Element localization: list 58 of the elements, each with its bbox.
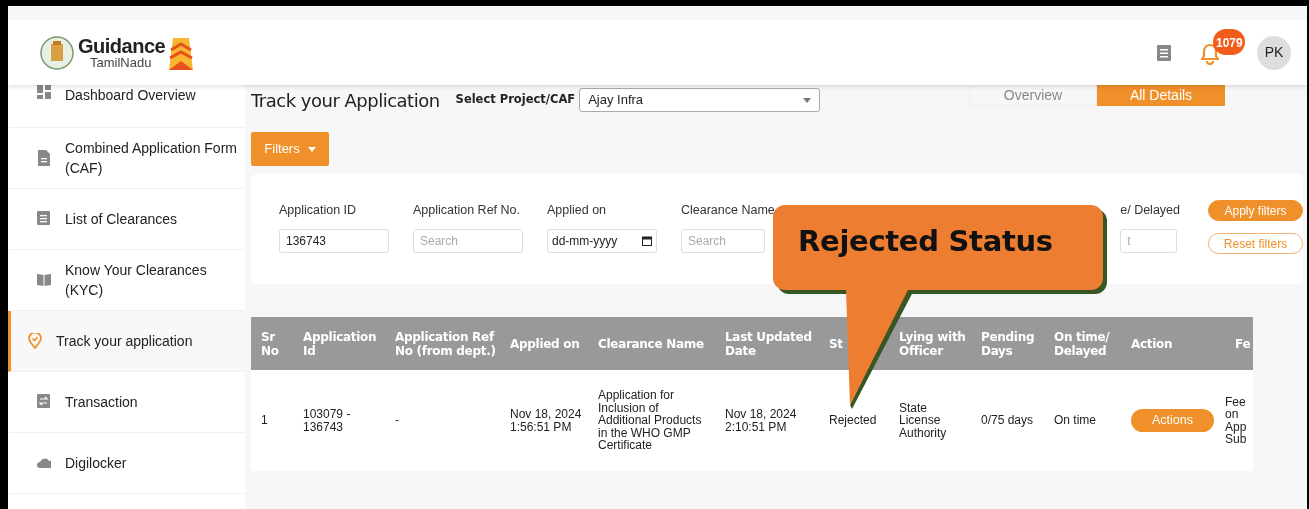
column-header: Applied on	[500, 317, 588, 370]
logo-subtitle: TamilNadu	[90, 56, 153, 69]
notification-count: 1079	[1213, 28, 1245, 55]
logo-title: Guidance	[78, 36, 166, 56]
input-field[interactable]: Search	[413, 228, 523, 253]
dashboard-icon	[37, 85, 51, 101]
column-header: On time/ Delayed	[1044, 317, 1121, 370]
emblem-icon	[40, 35, 74, 70]
table-cell: Application for Inclusion of Additional Products in the WHO GMP Certificate	[588, 370, 715, 471]
column-header: Application Ref No (from dept.)	[385, 317, 500, 370]
table-cell: Nov 18, 2024 1:56:51 PM	[500, 370, 588, 471]
filter-label: e/ Delayed	[1120, 202, 1180, 219]
date-field[interactable]: dd-mm-yyyy	[547, 228, 657, 253]
table-cell: On time	[1044, 370, 1121, 471]
callout-text: Rejected Status	[798, 224, 1053, 258]
sidebar-item[interactable]: Digilocker	[8, 433, 245, 494]
sidebar-item[interactable]: Track your application	[8, 311, 245, 372]
document-icon	[37, 150, 51, 166]
sidebar-item[interactable]: Transaction	[8, 372, 245, 433]
table-cell: 1	[251, 370, 293, 471]
fee-link[interactable]: Fee on App Sub	[1225, 370, 1253, 471]
caret-icon	[307, 146, 316, 152]
filter-label: Application ID	[279, 202, 358, 219]
filter-label: Applied on	[547, 202, 608, 219]
caret-icon	[803, 97, 812, 103]
logo-icon	[169, 35, 194, 70]
filter-label: Application Ref No.	[413, 202, 521, 219]
user-avatar[interactable]: PK	[1257, 35, 1291, 70]
column-header: Pending Days	[971, 317, 1044, 370]
input-field[interactable]: t	[1120, 228, 1178, 253]
table-cell: 0/75 days	[971, 370, 1044, 471]
column-header: Fe	[1225, 317, 1253, 370]
input-field[interactable]: 136743	[279, 228, 389, 253]
list-icon[interactable]	[1157, 44, 1171, 61]
page-title: Track your Application	[251, 88, 440, 113]
column-header: Lying with Officer	[889, 317, 971, 370]
sidebar-item[interactable]: Dashboard Overview	[8, 85, 245, 128]
project-select[interactable]: Ajay Infra	[579, 88, 821, 112]
column-header: Clearance Name	[588, 317, 715, 370]
location-pin-icon	[28, 333, 42, 349]
sidebar-item[interactable]: List of Clearances	[8, 189, 245, 250]
book-icon	[37, 272, 51, 288]
table-cell: State License Authority	[889, 370, 971, 471]
list-icon	[37, 211, 51, 227]
table-cell: Nov 18, 2024 2:10:51 PM	[715, 370, 819, 471]
column-header: Application Id	[293, 317, 385, 370]
column-header: Last Updated Date	[715, 317, 819, 370]
filter-label: Clearance Name	[681, 202, 776, 219]
calendar-icon	[642, 235, 652, 246]
input-field[interactable]: Search	[681, 228, 765, 253]
column-header: Sr No	[251, 317, 293, 370]
project-label: Select Project/CAF	[455, 91, 576, 109]
column-header: Action	[1121, 317, 1225, 370]
table-cell: -	[385, 370, 500, 471]
sidebar-item[interactable]: Combined Application Form (CAF)	[8, 128, 245, 189]
table-cell: Rejected	[819, 370, 889, 471]
application-id-link[interactable]: 103079 - 136743	[293, 370, 385, 471]
transfer-icon	[37, 394, 51, 410]
